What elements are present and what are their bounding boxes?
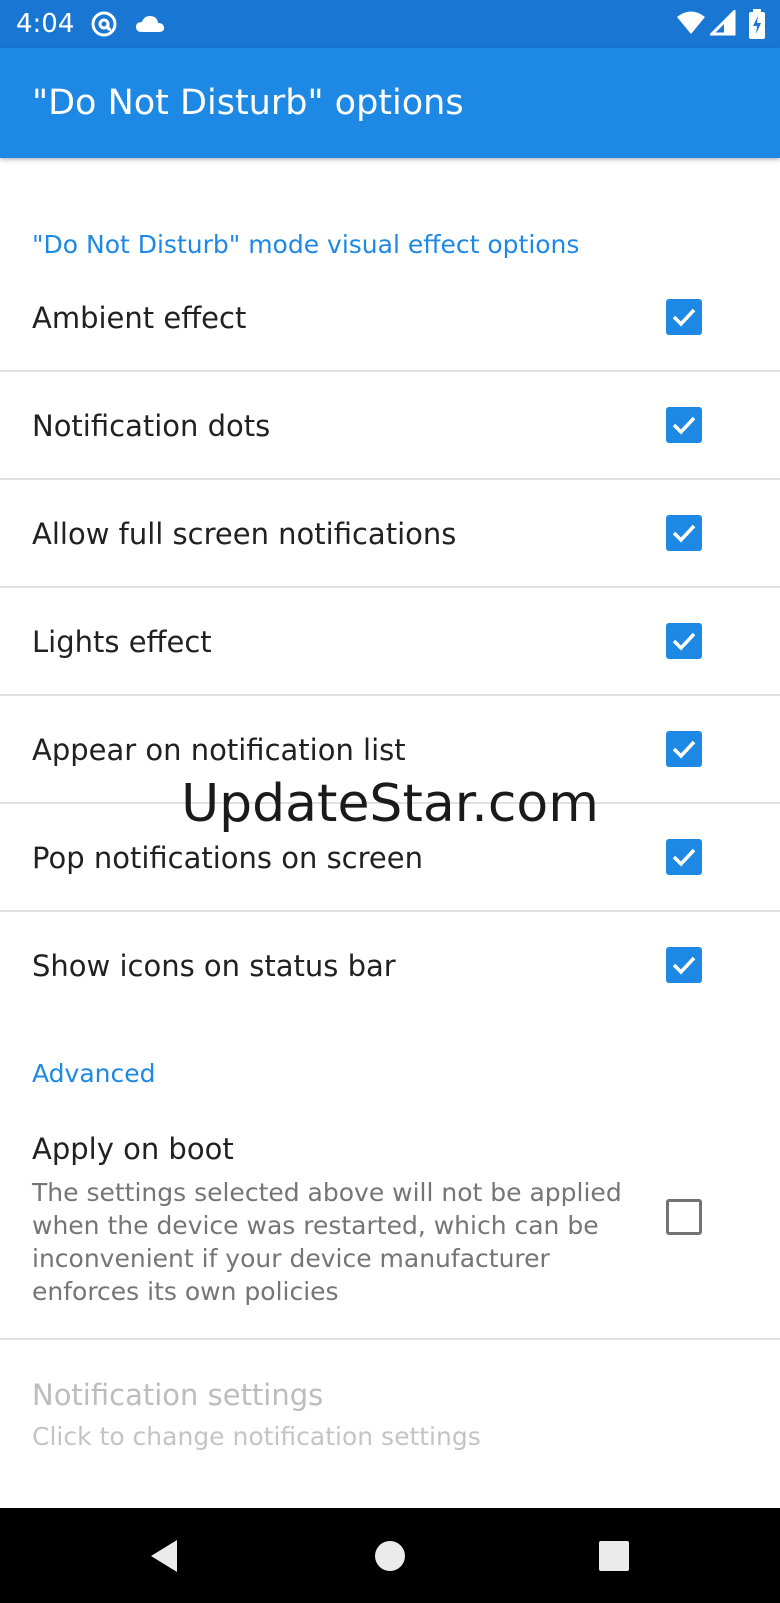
wifi-icon (676, 10, 706, 40)
option-row-ambient-effect[interactable]: Ambient effect (0, 264, 780, 372)
home-icon (375, 1540, 405, 1571)
checkbox-checked[interactable] (666, 947, 702, 983)
notification-settings-title: Notification settings (32, 1378, 324, 1412)
checkbox-checked[interactable] (666, 515, 702, 551)
recents-icon (599, 1540, 629, 1571)
app-bar: "Do Not Disturb" options (0, 48, 780, 158)
status-bar: 4:04 (0, 0, 780, 48)
navigation-bar (0, 1508, 780, 1603)
back-button[interactable] (104, 1508, 224, 1603)
option-description: The settings selected above will not be … (32, 1178, 622, 1306)
checkbox-unchecked[interactable] (666, 1199, 702, 1235)
battery-charging-icon (748, 9, 766, 43)
at-sign-icon (90, 10, 118, 42)
cloud-icon (134, 12, 166, 40)
checkbox-checked[interactable] (666, 839, 702, 875)
option-title: Apply on boot (32, 1132, 234, 1166)
section-header-advanced: Advanced (32, 1059, 156, 1088)
recents-button[interactable] (554, 1508, 674, 1603)
signal-icon (708, 8, 736, 40)
checkbox-checked[interactable] (666, 623, 702, 659)
page-title: "Do Not Disturb" options (32, 83, 464, 123)
option-row-full-screen-notifications[interactable]: Allow full screen notifications (0, 480, 780, 588)
option-row-notification-dots[interactable]: Notification dots (0, 372, 780, 480)
back-icon (151, 1539, 177, 1572)
status-time: 4:04 (16, 9, 75, 39)
option-label: Appear on notification list (32, 733, 406, 767)
notification-settings-item[interactable]: Notification settings Click to change no… (0, 1342, 780, 1482)
option-row-apply-on-boot[interactable]: Apply on boot The settings selected abov… (0, 1118, 780, 1340)
option-label: Lights effect (32, 625, 212, 659)
checkbox-checked[interactable] (666, 407, 702, 443)
notification-settings-description: Click to change notification settings (32, 1422, 481, 1451)
option-label: Allow full screen notifications (32, 517, 457, 551)
home-button[interactable] (330, 1508, 450, 1603)
option-label: Pop notifications on screen (32, 841, 423, 875)
option-label: Show icons on status bar (32, 949, 396, 983)
section-header-visual-effects: "Do Not Disturb" mode visual effect opti… (32, 230, 580, 259)
divider (0, 1338, 780, 1340)
option-row-pop-notifications[interactable]: Pop notifications on screen (0, 804, 780, 912)
option-row-status-bar-icons[interactable]: Show icons on status bar (0, 912, 780, 1020)
checkbox-checked[interactable] (666, 299, 702, 335)
option-label: Ambient effect (32, 301, 247, 335)
option-label: Notification dots (32, 409, 271, 443)
option-row-lights-effect[interactable]: Lights effect (0, 588, 780, 696)
checkbox-checked[interactable] (666, 731, 702, 767)
option-row-notification-list[interactable]: Appear on notification list (0, 696, 780, 804)
